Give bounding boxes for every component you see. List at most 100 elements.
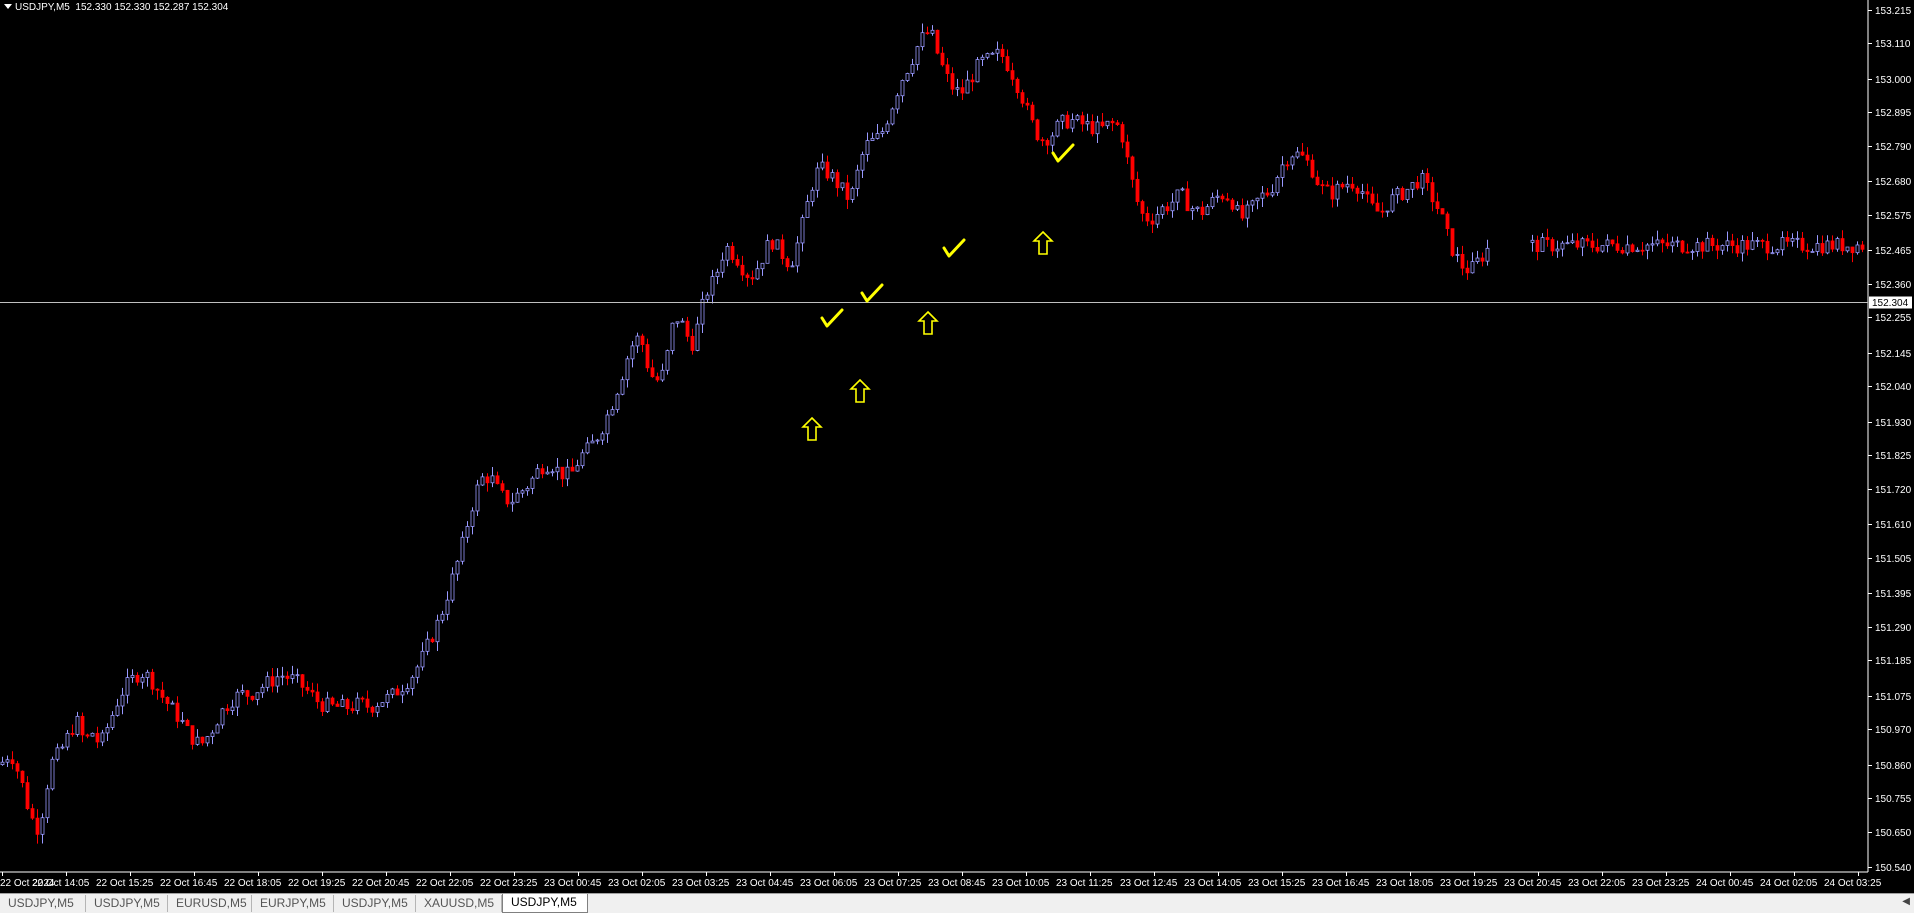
- y-tick-label: 153.215: [1875, 6, 1912, 17]
- bull-candle: [510, 501, 515, 505]
- bull-candle: [1600, 245, 1605, 252]
- dropdown-triangle-icon[interactable]: [4, 4, 12, 9]
- bear-candle: [305, 686, 310, 691]
- bull-candle: [720, 259, 725, 273]
- tab-scroll-left-icon[interactable]: ◀: [1902, 896, 1910, 907]
- bull-candle: [875, 133, 880, 139]
- bull-candle: [580, 452, 585, 467]
- bear-candle: [1130, 156, 1135, 180]
- y-tick-label: 152.575: [1875, 211, 1912, 222]
- bull-candle: [530, 477, 535, 489]
- bull-candle: [1625, 244, 1630, 254]
- bull-candle: [1755, 239, 1760, 242]
- bear-candle: [85, 734, 90, 737]
- x-tick-label: 23 Oct 19:25: [1440, 878, 1498, 889]
- bull-candle: [1180, 188, 1185, 191]
- bear-candle: [1545, 237, 1550, 240]
- chart-tab-bar: USDJPY,M5 USDJPY,M5 EURUSD,M5 EURJPY,M5 …: [0, 893, 1914, 913]
- bull-candle: [1675, 240, 1680, 243]
- bull-candle: [90, 732, 95, 737]
- bear-candle: [645, 344, 650, 369]
- bear-candle: [1760, 239, 1765, 242]
- bear-candle: [1320, 184, 1325, 187]
- bull-candle: [1790, 238, 1795, 242]
- bull-candle: [810, 189, 815, 202]
- bull-candle: [435, 619, 440, 643]
- bull-candle: [460, 536, 465, 562]
- x-tick-label: 23 Oct 08:45: [928, 878, 986, 889]
- chart-area[interactable]: 153.215 153.110 153.000 152.895 152.790 152.6…: [0, 0, 1914, 893]
- y-tick-label: 152.040: [1875, 382, 1912, 393]
- y-tick-label: 153.110: [1875, 39, 1911, 50]
- bear-candle: [1745, 240, 1750, 250]
- bull-candle: [545, 471, 550, 475]
- bull-candle: [1605, 239, 1610, 246]
- bull-candle: [635, 335, 640, 347]
- bull-candle: [1190, 208, 1195, 212]
- x-tick-label: 23 Oct 10:05: [992, 878, 1050, 889]
- bear-candle: [945, 64, 950, 74]
- tab-chart-3[interactable]: EURUSD,M5: [168, 895, 252, 912]
- x-tick-label: 23 Oct 03:25: [672, 878, 730, 889]
- bull-candle: [450, 573, 455, 601]
- bull-candle: [620, 379, 625, 395]
- bear-candle: [395, 688, 400, 696]
- tab-chart-7-active[interactable]: USDJPY,M5: [502, 894, 588, 913]
- checkmark-icon: [860, 283, 884, 303]
- bear-candle: [950, 73, 955, 90]
- bull-candle: [885, 123, 890, 133]
- tab-chart-5[interactable]: USDJPY,M5: [334, 895, 416, 912]
- y-tick-label: 150.860: [1875, 761, 1912, 772]
- bull-candle: [840, 182, 845, 189]
- tab-chart-6[interactable]: XAUUSD,M5: [416, 895, 502, 912]
- y-tick-label: 151.185: [1875, 656, 1912, 667]
- bull-candle: [1195, 206, 1200, 209]
- bear-candle: [500, 483, 505, 491]
- bull-candle: [795, 242, 800, 267]
- bull-candle: [1250, 200, 1255, 206]
- bear-candle: [1065, 114, 1070, 129]
- bear-candle: [1595, 246, 1600, 252]
- bear-candle: [1150, 220, 1155, 225]
- bear-candle: [1300, 151, 1305, 156]
- bull-candle: [760, 262, 765, 270]
- bull-candle: [355, 697, 360, 711]
- bear-candle: [1715, 245, 1720, 251]
- bull-candle: [1160, 206, 1165, 215]
- bear-candle: [640, 335, 645, 345]
- bull-candle: [230, 706, 235, 711]
- bear-candle: [1030, 104, 1035, 121]
- y-tick-label: 152.145: [1875, 349, 1912, 360]
- tab-chart-2[interactable]: USDJPY,M5: [86, 895, 168, 912]
- bull-candle: [775, 239, 780, 250]
- bull-candle: [1055, 120, 1060, 137]
- tab-chart-1[interactable]: USDJPY,M5: [0, 895, 86, 912]
- bull-candle: [105, 727, 110, 734]
- bull-candle: [440, 613, 445, 621]
- candlestick-chart[interactable]: 153.215 153.110 153.000 152.895 152.790 152.6…: [0, 0, 1914, 893]
- bear-candle: [1585, 238, 1590, 242]
- bear-candle: [1080, 115, 1085, 125]
- bull-candle: [805, 201, 810, 218]
- bull-candle: [1075, 115, 1080, 120]
- y-tick-label: 151.720: [1875, 485, 1912, 496]
- bear-candle: [1460, 253, 1465, 269]
- y-tick-label: 151.610: [1875, 520, 1912, 531]
- bull-candle: [725, 245, 730, 261]
- bull-candle: [455, 560, 460, 575]
- bull-candle: [1070, 119, 1075, 129]
- bull-candle: [1635, 249, 1640, 252]
- up-arrow-icon: [917, 310, 939, 335]
- bull-candle: [1205, 206, 1210, 216]
- bull-candle: [65, 732, 70, 748]
- x-tick-label: 22 Oct 19:25: [288, 878, 346, 889]
- bull-candle: [675, 321, 680, 324]
- bull-candle: [295, 674, 300, 677]
- bear-candle: [10, 759, 15, 765]
- bear-candle: [160, 689, 165, 698]
- bear-candle: [1375, 202, 1380, 212]
- y-tick-label: 151.825: [1875, 451, 1912, 462]
- bear-candle: [185, 719, 190, 727]
- tab-chart-4[interactable]: EURJPY,M5: [252, 895, 334, 912]
- bear-candle: [1665, 242, 1670, 247]
